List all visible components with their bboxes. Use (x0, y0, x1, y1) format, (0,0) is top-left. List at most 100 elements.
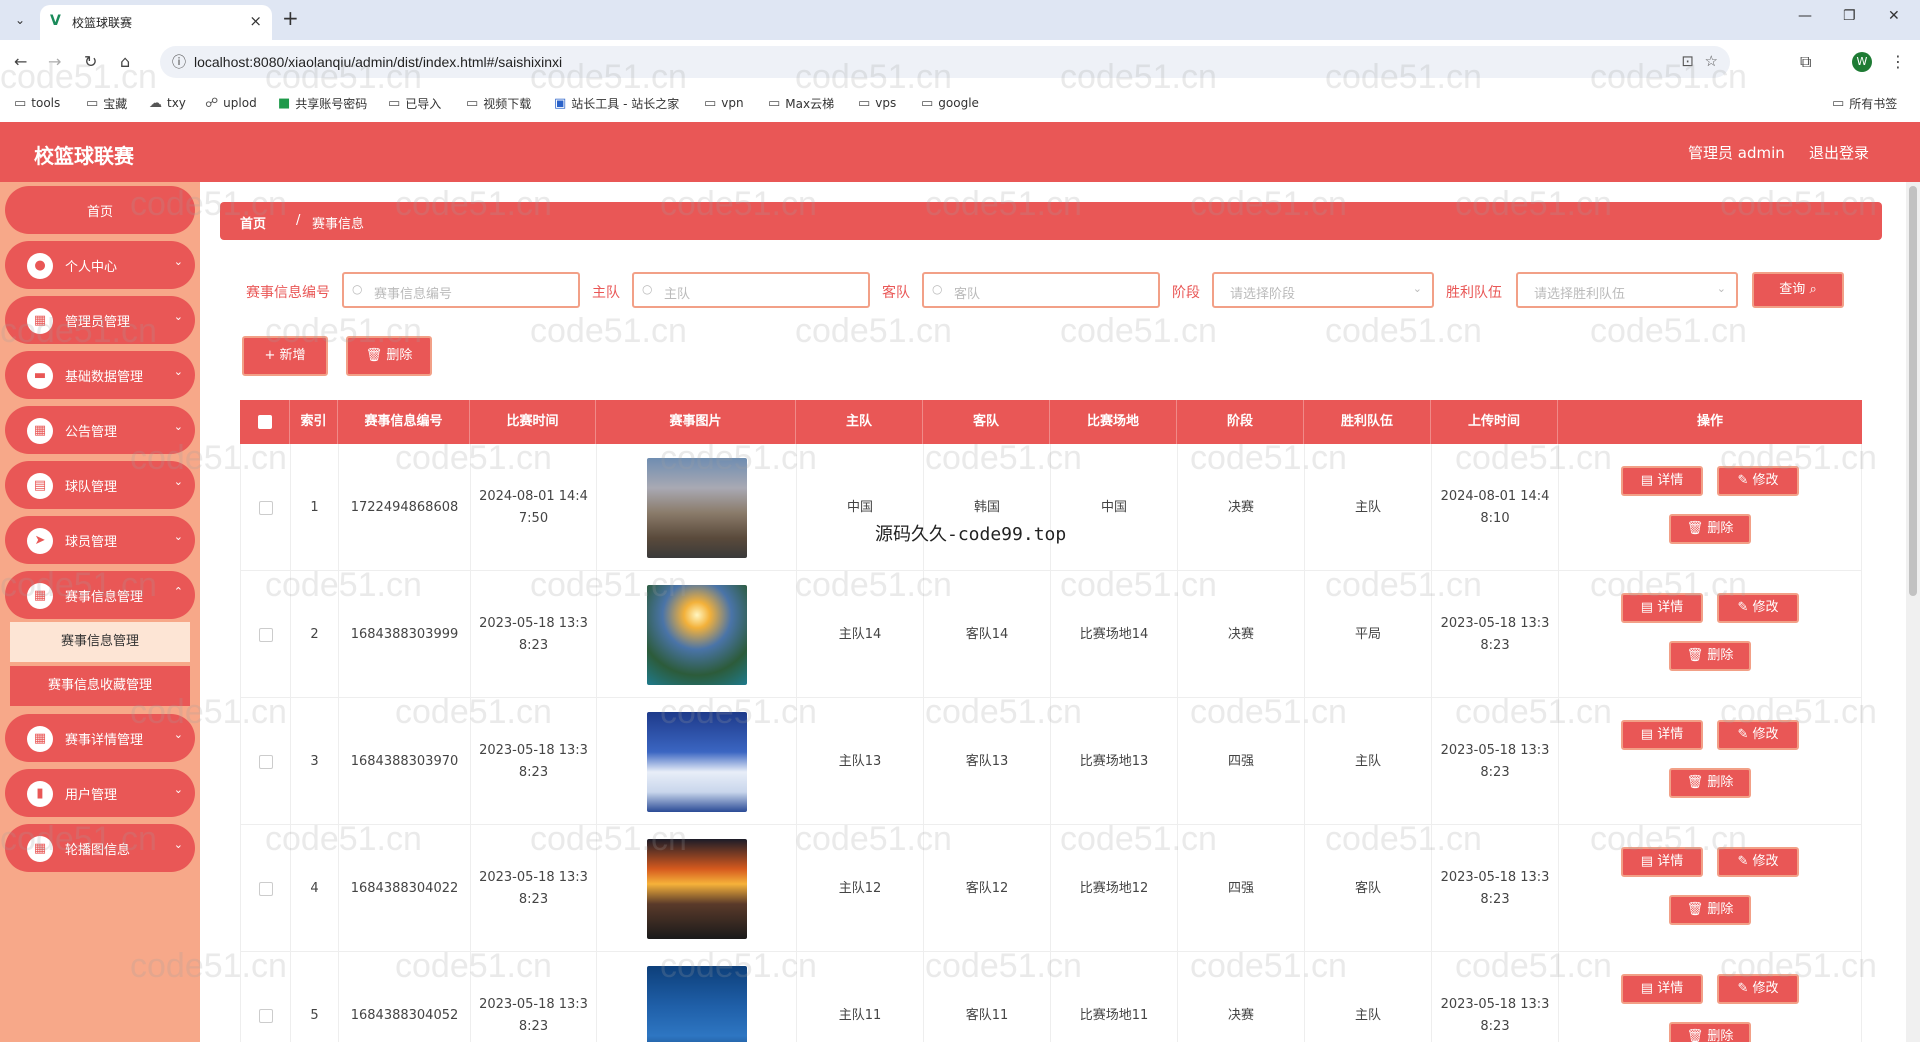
restore-icon[interactable]: ❐ (1843, 8, 1856, 24)
col-index[interactable]: 索引 (290, 400, 338, 444)
new-tab-icon[interactable]: + (282, 6, 299, 30)
site-info-icon[interactable]: ⓘ (172, 52, 186, 72)
match-photo[interactable] (646, 965, 747, 1042)
col-actions: 操作 (1696, 414, 1723, 429)
detail-button[interactable]: ▤ 详情 (1621, 847, 1703, 877)
sidebar-item-match-details[interactable]: ▦ 赛事详情管理 ⌄ (5, 714, 195, 762)
sidebar-subitem-match-favorites[interactable]: 赛事信息收藏管理 (10, 666, 190, 706)
add-button[interactable]: + 新增 (242, 336, 328, 376)
detail-button[interactable]: ▤ 详情 (1621, 974, 1703, 1004)
col-stage[interactable]: 阶段 (1177, 400, 1304, 444)
sidebar-item-users[interactable]: ▮ 用户管理 ⌄ (5, 769, 195, 817)
browser-tab[interactable]: V 校篮球联赛 × (40, 5, 272, 40)
bookmark-item[interactable]: ▭ 宝藏 (86, 91, 127, 115)
delete-button[interactable]: 🗑 删除 (1669, 1022, 1751, 1042)
row-checkbox[interactable] (258, 754, 273, 769)
page-scrollbar[interactable] (1906, 182, 1920, 1042)
col-time[interactable]: 比赛时间 (470, 400, 596, 444)
cell-upload-time: 2023-05-18 13:3 8:23 (1432, 825, 1559, 952)
filter-winner-select[interactable]: 请选择胜利队伍 ⌄ (1516, 272, 1738, 308)
row-checkbox[interactable] (258, 627, 273, 642)
grid-icon: ▦ (27, 836, 53, 862)
url-field[interactable]: ⓘ localhost:8080/xiaolanqiu/admin/dist/i… (160, 46, 1730, 78)
edit-button[interactable]: ✎ 修改 (1717, 974, 1799, 1004)
delete-button[interactable]: 🗑 删除 (1669, 514, 1751, 544)
sidebar-item-base-data[interactable]: ▬ 基础数据管理 ⌄ (5, 351, 195, 399)
back-icon[interactable]: ← (14, 52, 27, 71)
match-photo[interactable] (646, 711, 747, 812)
logout-button[interactable]: 退出登录 (1809, 142, 1869, 163)
cell-venue: 比赛场地14 (1051, 571, 1178, 698)
filter-id-input[interactable]: ○ 赛事信息编号 (342, 272, 580, 308)
edit-button[interactable]: ✎ 修改 (1717, 720, 1799, 750)
extensions-icon[interactable]: ⧉ (1800, 52, 1811, 72)
row-checkbox[interactable] (258, 1008, 273, 1023)
delete-button[interactable]: 🗑 删除 (1669, 895, 1751, 925)
bookmark-item[interactable]: ▭ google (921, 91, 979, 115)
row-checkbox[interactable] (258, 500, 273, 515)
cell-actions: ▤ 详情 ✎ 修改 🗑 删除 (1559, 571, 1861, 698)
match-photo[interactable] (646, 838, 747, 939)
sidebar-item-match-info[interactable]: ▦ 赛事信息管理 ⌃ (5, 571, 195, 619)
delete-button[interactable]: 🗑 删除 (1669, 641, 1751, 671)
forward-icon[interactable]: → (48, 52, 61, 71)
col-upload-time[interactable]: 上传时间 (1431, 400, 1558, 444)
sidebar: 首页 ● 个人中心 ⌄ ▦ 管理员管理 ⌄ ▬ 基础数据管理 ⌄ ▦ 公告管理 ⌄ ▤ 球队管理 ⌄… (0, 182, 200, 1042)
screenshot-icon[interactable]: ⊡ (1681, 52, 1694, 70)
reload-icon[interactable]: ↻ (84, 52, 97, 71)
search-icon: ⌕ (1809, 282, 1817, 297)
close-window-icon[interactable]: ✕ (1888, 8, 1900, 24)
row-checkbox[interactable] (258, 881, 273, 896)
detail-button[interactable]: ▤ 详情 (1621, 593, 1703, 623)
col-home[interactable]: 主队 (796, 400, 923, 444)
filter-stage-select[interactable]: 请选择阶段 ⌄ (1212, 272, 1434, 308)
sidebar-item-home[interactable]: 首页 (5, 186, 195, 234)
filter-away-input[interactable]: ○ 客队 (922, 272, 1160, 308)
col-code[interactable]: 赛事信息编号 (338, 400, 470, 444)
select-all-checkbox[interactable] (257, 415, 272, 429)
edit-button[interactable]: ✎ 修改 (1717, 847, 1799, 877)
batch-delete-button[interactable]: 🗑 删除 (346, 336, 432, 376)
bookmark-item[interactable]: ▣ 站长工具 - 站长之家 (554, 91, 679, 115)
bookmark-item[interactable]: ▭ 视频下载 (466, 91, 531, 115)
edit-button[interactable]: ✎ 修改 (1717, 466, 1799, 496)
search-button[interactable]: 查询 ⌕ (1752, 272, 1844, 308)
bookmark-item[interactable]: ▭ tools (14, 91, 60, 115)
tab-list-icon[interactable]: ⌄ (8, 8, 32, 32)
bookmark-item[interactable]: ■ 共享账号密码 (278, 91, 367, 115)
detail-button[interactable]: ▤ 详情 (1621, 720, 1703, 750)
col-away[interactable]: 客队 (923, 400, 1050, 444)
filter-home-input[interactable]: ○ 主队 (632, 272, 870, 308)
sidebar-item-notices[interactable]: ▦ 公告管理 ⌄ (5, 406, 195, 454)
sidebar-item-carousel[interactable]: ▦ 轮播图信息 ⌄ (5, 824, 195, 872)
all-bookmarks[interactable]: ▭ 所有书签 (1832, 91, 1897, 115)
folder-icon: ▭ (921, 95, 934, 111)
bookmark-item[interactable]: ▭ 已导入 (388, 91, 441, 115)
col-venue[interactable]: 比赛场地 (1050, 400, 1177, 444)
home-icon[interactable]: ⌂ (120, 52, 130, 71)
menu-icon[interactable]: ⋮ (1890, 52, 1906, 71)
bookmark-item[interactable]: ▭ Max云梯 (768, 91, 834, 115)
col-winner[interactable]: 胜利队伍 (1304, 400, 1431, 444)
profile-avatar[interactable]: W (1852, 52, 1872, 72)
delete-button[interactable]: 🗑 删除 (1669, 768, 1751, 798)
sidebar-item-profile[interactable]: ● 个人中心 ⌄ (5, 241, 195, 289)
bookmark-item[interactable]: ▭ vpn (704, 91, 744, 115)
breadcrumb-home[interactable]: 首页 (240, 213, 266, 232)
match-photo[interactable] (646, 457, 747, 558)
col-photo[interactable]: 赛事图片 (596, 400, 796, 444)
sidebar-item-teams[interactable]: ▤ 球队管理 ⌄ (5, 461, 195, 509)
minimize-icon[interactable]: — (1798, 8, 1812, 24)
match-photo[interactable] (646, 584, 747, 685)
edit-button[interactable]: ✎ 修改 (1717, 593, 1799, 623)
scrollbar-thumb[interactable] (1909, 186, 1917, 596)
bookmark-item[interactable]: ▭ vps (858, 91, 896, 115)
bookmark-star-icon[interactable]: ☆ (1705, 52, 1718, 70)
close-tab-icon[interactable]: × (249, 12, 262, 30)
sidebar-item-players[interactable]: ➤ 球员管理 ⌄ (5, 516, 195, 564)
bookmark-item[interactable]: ☁ txy (149, 91, 186, 115)
sidebar-subitem-match-info[interactable]: 赛事信息管理 (10, 622, 190, 662)
sidebar-item-admins[interactable]: ▦ 管理员管理 ⌄ (5, 296, 195, 344)
detail-button[interactable]: ▤ 详情 (1621, 466, 1703, 496)
bookmark-item[interactable]: ☍ uplod (205, 91, 257, 115)
